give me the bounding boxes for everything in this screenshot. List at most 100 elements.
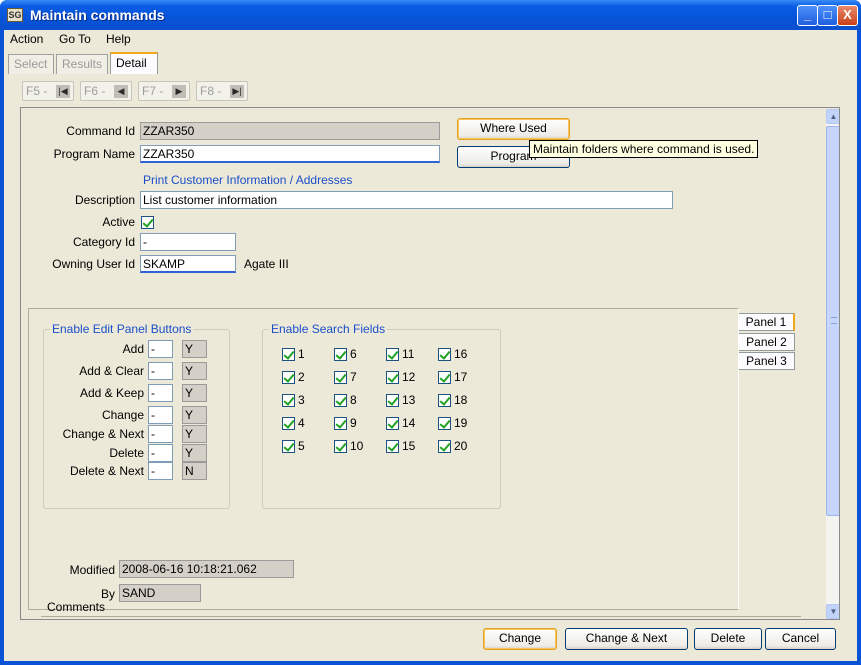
edit-button-flag: Y [182,362,207,380]
owning-user-field[interactable]: SKAMP [140,255,236,273]
search-field-checkbox[interactable] [334,371,347,384]
search-field-checkbox[interactable] [334,348,347,361]
search-field-checkbox[interactable] [438,394,451,407]
search-field-checkbox[interactable] [438,417,451,430]
scroll-thumb[interactable] [826,126,839,516]
search-field-checkbox[interactable] [386,348,399,361]
search-field-checkbox[interactable] [334,440,347,453]
edit-button-override[interactable]: - [148,444,173,462]
client-area: Action Go To Help Select Results Detail … [4,30,857,661]
change-next-button[interactable]: Change & Next [565,628,688,650]
search-field-checkbox[interactable] [282,417,295,430]
minimize-button[interactable]: _ [797,5,818,26]
search-field-checkbox[interactable] [438,371,451,384]
next-record-button[interactable]: F7 - ▶ [138,81,190,101]
command-id-field: ZZAR350 [140,122,440,140]
search-fields-title: Enable Search Fields [269,322,388,336]
edit-button-override[interactable]: - [148,384,173,402]
edit-button-override[interactable]: - [148,462,173,480]
tab-panel-3[interactable]: Panel 3 [739,352,795,370]
edit-button-flag: Y [182,340,207,358]
maximize-button[interactable]: □ [817,5,838,26]
edit-button-label: Change [101,408,144,422]
search-field-label: 9 [350,416,357,430]
edit-button-label: Add [122,342,144,356]
menu-action[interactable]: Action [10,32,43,46]
search-field-checkbox[interactable] [386,371,399,384]
program-name-field[interactable]: ZZAR350 [140,145,440,163]
search-field-label: 17 [454,370,468,384]
search-field-label: 11 [402,347,415,361]
tab-panel-1[interactable]: Panel 1 [739,313,795,331]
search-field-checkbox[interactable] [438,348,451,361]
tab-results[interactable]: Results [56,54,108,74]
menu-goto[interactable]: Go To [59,32,91,46]
previous-record-button[interactable]: F6 - ◀ [80,81,132,101]
change-button[interactable]: Change [483,628,557,650]
menu-bar: Action Go To Help [4,30,857,50]
tab-detail[interactable]: Detail [110,52,158,74]
search-field-checkbox[interactable] [334,417,347,430]
search-field-label: 13 [402,393,416,407]
application-window: SG Maintain commands _ □ X Action Go To … [0,0,861,665]
search-field-checkbox[interactable] [438,440,451,453]
f8-label: F8 - [200,84,222,98]
search-field-label: 20 [454,439,468,453]
title-bar[interactable]: SG Maintain commands _ □ X [0,0,861,30]
owning-user-name: Agate III [244,257,289,271]
edit-button-override[interactable]: - [148,425,173,443]
search-field-checkbox[interactable] [282,394,295,407]
search-field-checkbox[interactable] [334,394,347,407]
category-field[interactable]: - [140,233,236,251]
comments-label: Comments [47,600,106,614]
search-field-checkbox[interactable] [282,348,295,361]
detail-panel: Command Id ZZAR350 Program Name ZZAR350 … [20,107,840,620]
tab-panel-2[interactable]: Panel 2 [739,333,795,351]
search-field-label: 8 [350,393,357,407]
edit-button-flag: N [182,462,207,480]
edit-button-flag: Y [182,425,207,443]
scroll-down-button[interactable]: ▼ [826,604,839,619]
close-button[interactable]: X [837,5,858,26]
search-field-label: 5 [298,439,305,453]
previous-icon: ◀ [114,85,128,98]
search-field-checkbox[interactable] [386,440,399,453]
vertical-scrollbar[interactable]: ▲ ▼ [826,109,839,619]
search-field-label: 7 [350,370,357,384]
search-field-label: 4 [298,416,305,430]
description-field[interactable]: List customer information [140,191,673,209]
f7-label: F7 - [142,84,164,98]
menu-help[interactable]: Help [106,32,131,46]
by-label: By [100,587,115,601]
where-used-button[interactable]: Where Used [457,118,570,140]
comments-divider [41,616,801,618]
search-field-checkbox[interactable] [386,417,399,430]
search-field-label: 1 [298,347,305,361]
active-checkbox[interactable] [141,216,154,229]
program-title: Print Customer Information / Addresses [143,173,353,187]
scroll-up-button[interactable]: ▲ [826,109,839,124]
search-field-checkbox[interactable] [386,394,399,407]
last-record-button[interactable]: F8 - ▶| [196,81,248,101]
owning-user-label: Owning User Id [52,257,135,271]
edit-button-flag: Y [182,444,207,462]
search-field-label: 16 [454,347,468,361]
app-icon[interactable]: SG [7,8,23,22]
edit-button-label: Change & Next [62,427,144,441]
tab-select[interactable]: Select [8,54,54,74]
edit-button-override[interactable]: - [148,340,173,358]
search-field-checkbox[interactable] [282,371,295,384]
search-field-label: 15 [402,439,416,453]
search-field-label: 3 [298,393,305,407]
edit-button-override[interactable]: - [148,406,173,424]
first-record-button[interactable]: F5 - |◀ [22,81,74,101]
grip-icon [831,317,837,324]
search-field-checkbox[interactable] [282,440,295,453]
search-field-label: 10 [350,439,364,453]
cancel-button[interactable]: Cancel [765,628,836,650]
f5-label: F5 - [26,84,48,98]
delete-button[interactable]: Delete [694,628,762,650]
edit-panel-title: Enable Edit Panel Buttons [50,322,194,336]
edit-button-override[interactable]: - [148,362,173,380]
active-label: Active [102,215,135,229]
